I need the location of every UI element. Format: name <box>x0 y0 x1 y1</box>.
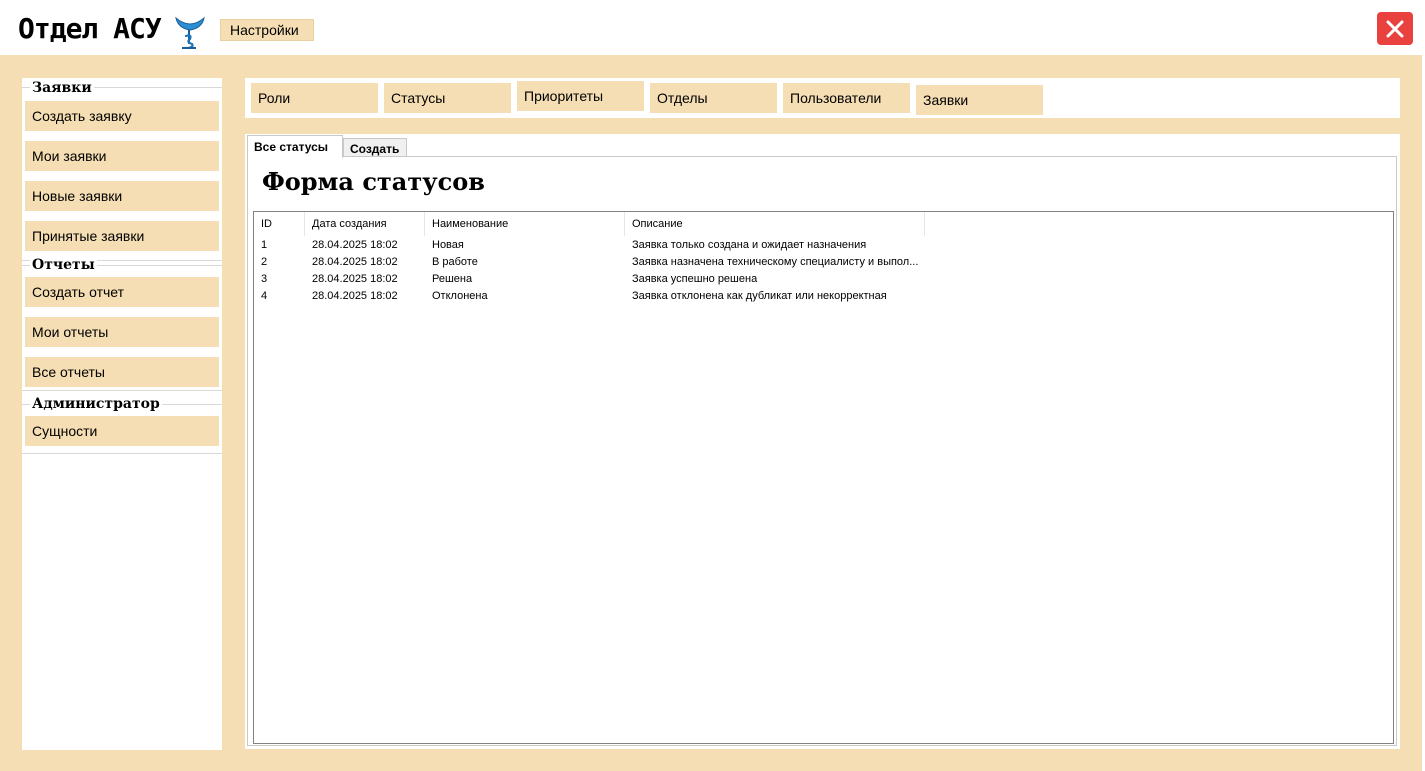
sidebar-item-my-reports[interactable]: Мои отчеты <box>25 317 219 347</box>
cell-description: Заявка успешно решена <box>632 273 758 285</box>
tab-all-statuses[interactable]: Все статусы <box>247 135 343 158</box>
nav-priorities[interactable]: Приоритеты <box>517 81 644 111</box>
group-label-reports: Отчеты <box>30 257 97 273</box>
close-button[interactable] <box>1377 12 1413 45</box>
column-header-id[interactable]: ID <box>254 212 305 236</box>
nav-requests[interactable]: Заявки <box>916 85 1043 115</box>
table-row[interactable]: 4 28.04.2025 18:02 Отклонена Заявка откл… <box>254 288 1393 305</box>
cell-id: 2 <box>261 256 268 268</box>
cell-created: 28.04.2025 18:02 <box>312 239 398 251</box>
tab-create[interactable]: Создать <box>343 138 407 157</box>
settings-button[interactable]: Настройки <box>220 19 314 41</box>
sidebar-item-entities[interactable]: Сущности <box>25 416 219 446</box>
cell-name: Решена <box>432 273 473 285</box>
sidebar-item-create-request[interactable]: Создать заявку <box>25 101 219 131</box>
window-right-edge <box>1400 55 1425 771</box>
group-label-admin: Администратор <box>30 396 162 412</box>
column-header-name[interactable]: Наименование <box>425 212 625 236</box>
cell-name: Отклонена <box>432 290 488 302</box>
sidebar-item-my-requests[interactable]: Мои заявки <box>25 141 219 171</box>
page-title: Форма статусов <box>262 167 485 196</box>
cell-name: Новая <box>432 239 464 251</box>
medical-bowl-snake-icon <box>172 10 208 50</box>
nav-roles[interactable]: Роли <box>251 83 378 113</box>
sidebar-item-accepted-requests[interactable]: Принятые заявки <box>25 221 219 251</box>
nav-statuses[interactable]: Статусы <box>384 83 511 113</box>
table-row[interactable]: 2 28.04.2025 18:02 В работе Заявка назна… <box>254 254 1393 271</box>
sidebar-group-reports: Отчеты Создать отчет Мои отчеты Все отче… <box>22 257 222 391</box>
column-header-description[interactable]: Описание <box>625 212 925 236</box>
table-row[interactable]: 1 28.04.2025 18:02 Новая Заявка только с… <box>254 237 1393 254</box>
close-icon <box>1386 20 1404 38</box>
content-panel: Все статусы Создать Форма статусов ID Да… <box>245 134 1400 749</box>
group-label-requests: Заявки <box>30 80 94 96</box>
cell-description: Заявка отклонена как дубликат или некорр… <box>632 290 887 302</box>
sidebar-group-admin: Администратор Сущности <box>22 396 222 454</box>
column-header-created[interactable]: Дата создания <box>305 212 425 236</box>
cell-name: В работе <box>432 256 478 268</box>
tab-panel: Форма статусов ID Дата создания Наименов… <box>247 156 1397 746</box>
nav-users[interactable]: Пользователи <box>783 83 910 113</box>
sidebar-item-create-report[interactable]: Создать отчет <box>25 277 219 307</box>
cell-description: Заявка только создана и ожидает назначен… <box>632 239 867 251</box>
cell-description: Заявка назначена техническому специалист… <box>632 256 919 268</box>
cell-created: 28.04.2025 18:02 <box>312 273 398 285</box>
sidebar: Заявки Создать заявку Мои заявки Новые з… <box>22 78 222 750</box>
sidebar-group-requests: Заявки Создать заявку Мои заявки Новые з… <box>22 80 222 261</box>
table-header: ID Дата создания Наименование Описание <box>254 212 1393 236</box>
app-title: Отдел АСУ <box>18 12 162 45</box>
cell-id: 3 <box>261 273 268 285</box>
statuses-table[interactable]: ID Дата создания Наименование Описание 1… <box>253 211 1394 744</box>
table-row[interactable]: 3 28.04.2025 18:02 Решена Заявка успешно… <box>254 271 1393 288</box>
cell-created: 28.04.2025 18:02 <box>312 256 398 268</box>
top-bar: Отдел АСУ Настройки <box>0 0 1425 55</box>
nav-departments[interactable]: Отделы <box>650 83 777 113</box>
cell-id: 1 <box>261 239 268 251</box>
cell-id: 4 <box>261 290 268 302</box>
entity-nav: Роли Статусы Приоритеты Отделы Пользоват… <box>245 78 1400 118</box>
sidebar-item-all-reports[interactable]: Все отчеты <box>25 357 219 387</box>
cell-created: 28.04.2025 18:02 <box>312 290 398 302</box>
sidebar-item-new-requests[interactable]: Новые заявки <box>25 181 219 211</box>
